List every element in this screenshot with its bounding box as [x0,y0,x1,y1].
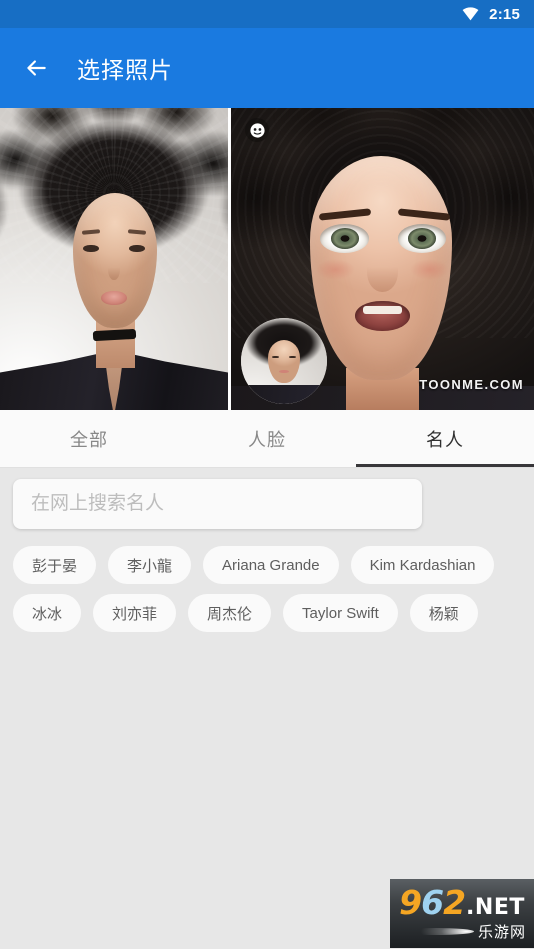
watermark-digits: 962 [399,882,466,922]
nose-shape [108,259,120,281]
tab-all[interactable]: 全部 [0,410,178,467]
watermark-swoosh-icon [398,927,474,935]
tab-faces-label: 人脸 [248,429,286,450]
chip-celebrity[interactable]: Taylor Swift [283,594,398,632]
back-arrow-icon[interactable] [21,53,51,83]
chip-celebrity[interactable]: Ariana Grande [203,546,339,584]
celebrity-chip-list: 彭于晏 李小龍 Ariana Grande Kim Kardashian 冰冰 … [0,529,534,632]
thumbnail-face [267,339,301,383]
chip-celebrity[interactable]: 周杰伦 [188,594,272,632]
app-bar: 选择照片 [0,28,534,108]
search-area [0,468,534,529]
watermark-subline: 乐游网 [390,921,534,942]
tab-bar: 全部 人脸 名人 [0,410,534,468]
watermark-chinese: 乐游网 [477,923,526,941]
chip-celebrity[interactable]: 刘亦菲 [93,594,177,632]
watermark-net: .NET [466,894,525,920]
lips-shape [101,290,127,305]
original-photo-thumbnail[interactable] [241,318,327,404]
thumbnail-body [241,385,327,404]
tab-celebrities[interactable]: 名人 [356,410,534,467]
chip-celebrity[interactable]: 冰冰 [13,594,82,632]
status-time: 2:15 [489,5,520,23]
toon-eye-right [397,224,447,253]
search-input[interactable] [31,493,404,515]
original-photo[interactable] [0,108,228,410]
toon-iris-left [330,228,359,249]
tab-all-label: 全部 [70,429,108,450]
site-watermark: 962 .NET 乐游网 [390,879,534,948]
toon-cheek-right [409,259,450,281]
tab-faces[interactable]: 人脸 [178,410,356,467]
toon-photo[interactable]: TOONME.COM [231,108,534,410]
toon-teeth-shape [362,305,403,314]
chip-celebrity[interactable]: 彭于晏 [13,546,97,584]
chip-celebrity[interactable]: Kim Kardashian [350,546,495,584]
eye-right [128,244,145,253]
wifi-icon [461,6,480,22]
toon-iris-right [407,228,436,249]
toon-eye-left [320,224,369,253]
tab-celebrities-label: 名人 [426,429,464,450]
thumbnail-lips [278,369,290,374]
toonme-watermark: TOONME.COM [419,377,524,392]
toon-nose-shape [367,252,398,293]
watermark-logo: 962 .NET [399,886,525,919]
chip-celebrity[interactable]: 李小龍 [108,546,192,584]
photo-preview-strip: TOONME.COM [0,108,534,410]
face-emoji-icon[interactable] [245,118,269,142]
status-bar: 2:15 [0,0,534,28]
page-title: 选择照片 [77,57,173,83]
content-area: 彭于晏 李小龍 Ariana Grande Kim Kardashian 冰冰 … [0,468,534,948]
search-box[interactable] [13,479,422,529]
chip-celebrity[interactable]: 杨颖 [409,594,478,632]
